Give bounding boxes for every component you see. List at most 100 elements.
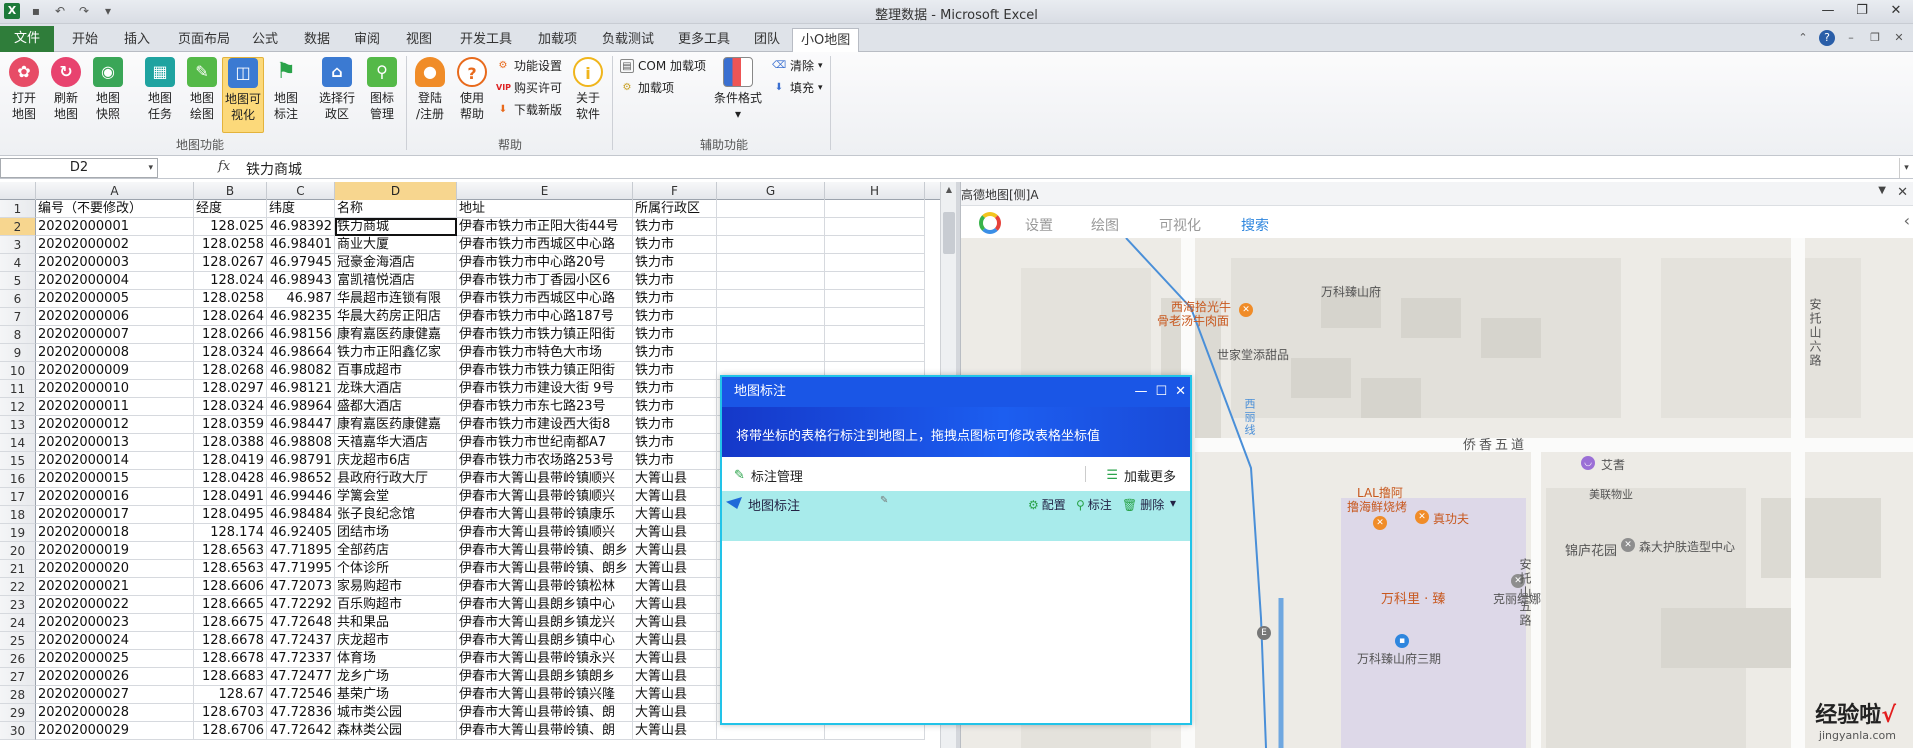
column-header-b[interactable]: B xyxy=(194,182,267,200)
name-box[interactable]: D2 ▾ xyxy=(0,158,158,178)
table-cell[interactable]: 盛都大酒店 xyxy=(335,398,457,416)
table-cell[interactable]: 20202000021 xyxy=(36,578,194,596)
chevron-left-icon[interactable]: ‹ xyxy=(1904,211,1910,230)
table-cell[interactable]: 20202000029 xyxy=(36,722,194,740)
table-cell[interactable]: 46.987 xyxy=(267,290,335,308)
table-cell[interactable]: 县政府行政大厅 xyxy=(335,470,457,488)
table-cell[interactable] xyxy=(717,236,825,254)
row-header[interactable]: 10 xyxy=(0,362,36,380)
row-header[interactable]: 2 xyxy=(0,218,36,236)
tab-developer[interactable]: 开发工具 xyxy=(452,28,520,52)
table-cell[interactable]: 128.0267 xyxy=(194,254,267,272)
fx-icon[interactable]: fx xyxy=(218,159,230,174)
table-cell[interactable]: 20202000022 xyxy=(36,596,194,614)
table-cell[interactable]: 20202000019 xyxy=(36,542,194,560)
table-cell[interactable]: 大箐山县 xyxy=(633,614,717,632)
salon-icon[interactable]: ✕ xyxy=(1621,538,1635,552)
table-cell[interactable]: 大箐山县 xyxy=(633,632,717,650)
table-cell[interactable]: 46.98484 xyxy=(267,506,335,524)
settings-item[interactable]: ⚙ 功能设置 xyxy=(496,57,563,75)
table-cell[interactable]: 47.72477 xyxy=(267,668,335,686)
expand-formula-icon[interactable]: ▾ xyxy=(1899,158,1913,178)
configure-button[interactable]: ⚙ 配置 xyxy=(1028,496,1066,513)
table-cell[interactable]: 共和果品 xyxy=(335,614,457,632)
table-cell[interactable]: 大箐山县 xyxy=(633,650,717,668)
scroll-up-icon[interactable]: ▲ xyxy=(941,182,957,198)
row-header[interactable]: 25 xyxy=(0,632,36,650)
table-cell[interactable]: 46.98652 xyxy=(267,470,335,488)
manage-annotations-button[interactable]: ✎ 标注管理 xyxy=(734,466,803,485)
table-cell[interactable]: 大箐山县 xyxy=(633,686,717,704)
table-cell[interactable]: 伊春市大箐山县带岭镇松林 xyxy=(457,578,633,596)
mini-minimize-icon[interactable]: – xyxy=(1843,30,1859,46)
table-cell[interactable] xyxy=(825,326,925,344)
scroll-thumb[interactable] xyxy=(943,212,955,254)
table-cell[interactable]: 128.0258 xyxy=(194,236,267,254)
tab-home[interactable]: 开始 xyxy=(64,28,106,52)
table-cell[interactable]: 伊春市铁力市丁香园小区6 xyxy=(457,272,633,290)
row-header[interactable]: 14 xyxy=(0,434,36,452)
table-cell[interactable]: 伊春市大箐山县朗乡镇中心 xyxy=(457,596,633,614)
table-cell[interactable]: 冠豪金海酒店 xyxy=(335,254,457,272)
tab-addins[interactable]: 加载项 xyxy=(530,28,585,52)
table-cell[interactable] xyxy=(717,254,825,272)
nav-visualize[interactable]: 可视化 xyxy=(1159,215,1201,235)
table-cell[interactable]: 47.71895 xyxy=(267,542,335,560)
table-cell[interactable]: 大箐山县 xyxy=(633,668,717,686)
table-cell[interactable]: 伊春市大箐山县带岭镇顺兴 xyxy=(457,488,633,506)
table-cell[interactable]: 47.72836 xyxy=(267,704,335,722)
table-cell[interactable]: 龙乡广场 xyxy=(335,668,457,686)
table-cell[interactable]: 47.72337 xyxy=(267,650,335,668)
table-cell[interactable]: 华晨超市连锁有限 xyxy=(335,290,457,308)
table-cell[interactable]: 128.6683 xyxy=(194,668,267,686)
table-cell[interactable] xyxy=(717,344,825,362)
conditional-format-button[interactable]: 条件格式 ▾ xyxy=(712,57,764,122)
about-software-button[interactable]: i 关于 软件 xyxy=(568,57,608,122)
table-cell[interactable]: 128.0428 xyxy=(194,470,267,488)
table-cell[interactable]: 名称 xyxy=(335,200,457,218)
table-cell[interactable]: 46.98392 xyxy=(267,218,335,236)
table-cell[interactable]: 伊春市大箐山县朗乡镇中心 xyxy=(457,632,633,650)
table-cell[interactable]: 47.72648 xyxy=(267,614,335,632)
row-header[interactable]: 23 xyxy=(0,596,36,614)
table-cell[interactable]: 46.98235 xyxy=(267,308,335,326)
table-cell[interactable]: 伊春市大箐山县带岭镇永兴 xyxy=(457,650,633,668)
table-cell[interactable]: 铁力市 xyxy=(633,326,717,344)
table-cell[interactable]: 伊春市铁力市东七路23号 xyxy=(457,398,633,416)
table-cell[interactable] xyxy=(825,272,925,290)
table-cell[interactable]: 20202000013 xyxy=(36,434,194,452)
table-cell[interactable]: 伊春市铁力市农场路253号 xyxy=(457,452,633,470)
table-cell[interactable]: 128.024 xyxy=(194,272,267,290)
table-cell[interactable]: 基荣广场 xyxy=(335,686,457,704)
table-cell[interactable]: 47.72292 xyxy=(267,596,335,614)
table-cell[interactable]: 大箐山县 xyxy=(633,704,717,722)
table-cell[interactable]: 20202000005 xyxy=(36,290,194,308)
annotation-list-item[interactable]: 地图标注 ✎ ⚙ 配置 ⚲ 标注 🗑 删除 ▾ xyxy=(722,491,1190,541)
table-cell[interactable]: 铁力市正阳鑫亿家 xyxy=(335,344,457,362)
table-cell[interactable]: 伊春市铁力市特色大市场 xyxy=(457,344,633,362)
open-map-button[interactable]: ✿ 打开 地图 xyxy=(4,57,44,122)
nav-settings[interactable]: 设置 xyxy=(1025,215,1053,235)
table-cell[interactable]: 128.6678 xyxy=(194,650,267,668)
row-header[interactable]: 26 xyxy=(0,650,36,668)
map-draw-button[interactable]: ✎ 地图 绘图 xyxy=(182,57,222,122)
column-header-a[interactable]: A xyxy=(36,182,194,200)
table-cell[interactable]: 伊春市大箐山县带岭镇、朗乡 xyxy=(457,560,633,578)
row-header[interactable]: 24 xyxy=(0,614,36,632)
restaurant-icon[interactable]: ✕ xyxy=(1239,303,1253,317)
row-header[interactable]: 27 xyxy=(0,668,36,686)
table-cell[interactable]: 铁力市 xyxy=(633,398,717,416)
mini-restore-icon[interactable]: ❐ xyxy=(1867,30,1883,46)
row-header[interactable]: 21 xyxy=(0,560,36,578)
restaurant-icon[interactable]: ✕ xyxy=(1373,516,1387,530)
table-cell[interactable]: 128.025 xyxy=(194,218,267,236)
item-menu-icon[interactable]: ▾ xyxy=(1170,496,1176,510)
table-cell[interactable] xyxy=(825,254,925,272)
table-cell[interactable] xyxy=(717,218,825,236)
table-cell[interactable]: 伊春市大箐山县朗乡镇龙兴 xyxy=(457,614,633,632)
minimize-icon[interactable]: — xyxy=(1134,377,1147,407)
column-header-d[interactable]: D xyxy=(335,182,457,200)
table-cell[interactable]: 龙珠大酒店 xyxy=(335,380,457,398)
table-cell[interactable]: 铁力市 xyxy=(633,344,717,362)
table-cell[interactable]: 46.98791 xyxy=(267,452,335,470)
